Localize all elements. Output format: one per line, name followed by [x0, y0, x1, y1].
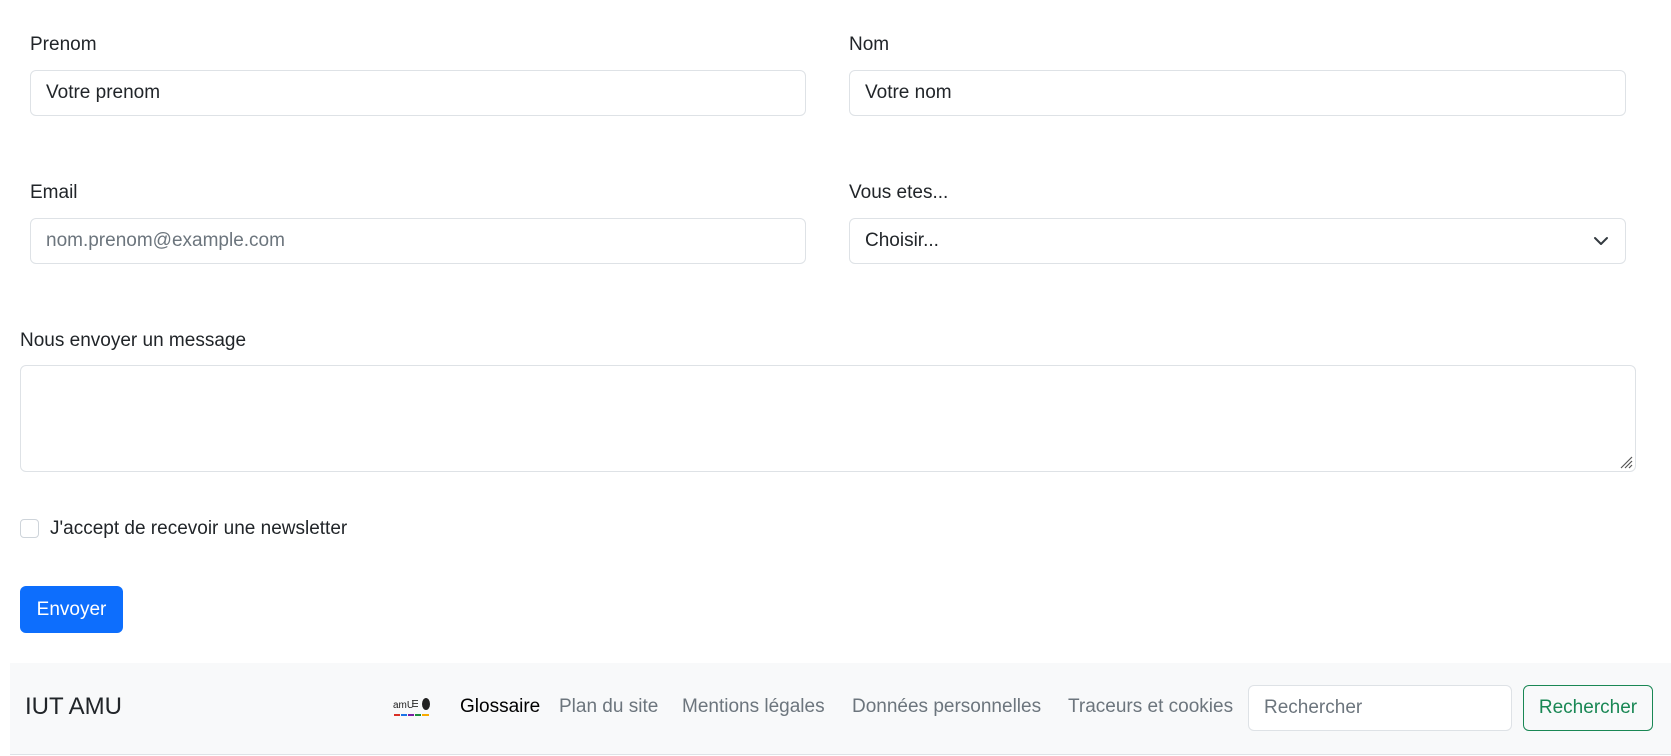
submit-button[interactable]: Envoyer [20, 586, 123, 633]
nav-traceurs-cookies[interactable]: Traceurs et cookies [1068, 696, 1233, 718]
page: Prenom Nom Email Vous etes... Choisir...… [0, 0, 1671, 756]
svg-text:amU: amU [393, 700, 414, 711]
search-input[interactable] [1248, 685, 1512, 731]
role-select[interactable]: Choisir... [849, 218, 1626, 264]
email-label: Email [30, 182, 78, 203]
nom-label: Nom [849, 34, 890, 55]
message-textarea[interactable] [20, 365, 1636, 472]
amu-logo-icon[interactable]: amU [393, 696, 431, 720]
brand-link[interactable]: IUT AMU [25, 693, 122, 721]
nav-glossaire[interactable]: Glossaire [460, 696, 540, 718]
chevron-down-icon [1594, 237, 1608, 245]
nav-donnees-personnelles[interactable]: Données personnelles [852, 696, 1041, 718]
newsletter-checkbox[interactable] [20, 519, 39, 538]
email-input[interactable] [30, 218, 806, 264]
role-label: Vous etes... [849, 182, 949, 203]
message-label: Nous envoyer un message [20, 330, 247, 351]
newsletter-label[interactable]: J'accept de recevoir une newsletter [50, 518, 347, 540]
nav-mentions-legales[interactable]: Mentions légales [682, 696, 825, 718]
nav-plan-du-site[interactable]: Plan du site [559, 696, 658, 718]
role-select-value: Choisir... [865, 230, 939, 251]
footer-navbar: IUT AMU amU Glossaire Plan du site Menti… [10, 663, 1671, 755]
prenom-input[interactable] [30, 70, 806, 116]
nom-input[interactable] [849, 70, 1626, 116]
resize-grip-icon[interactable] [1617, 453, 1633, 469]
search-button[interactable]: Rechercher [1523, 685, 1653, 731]
prenom-label: Prenom [30, 34, 97, 55]
